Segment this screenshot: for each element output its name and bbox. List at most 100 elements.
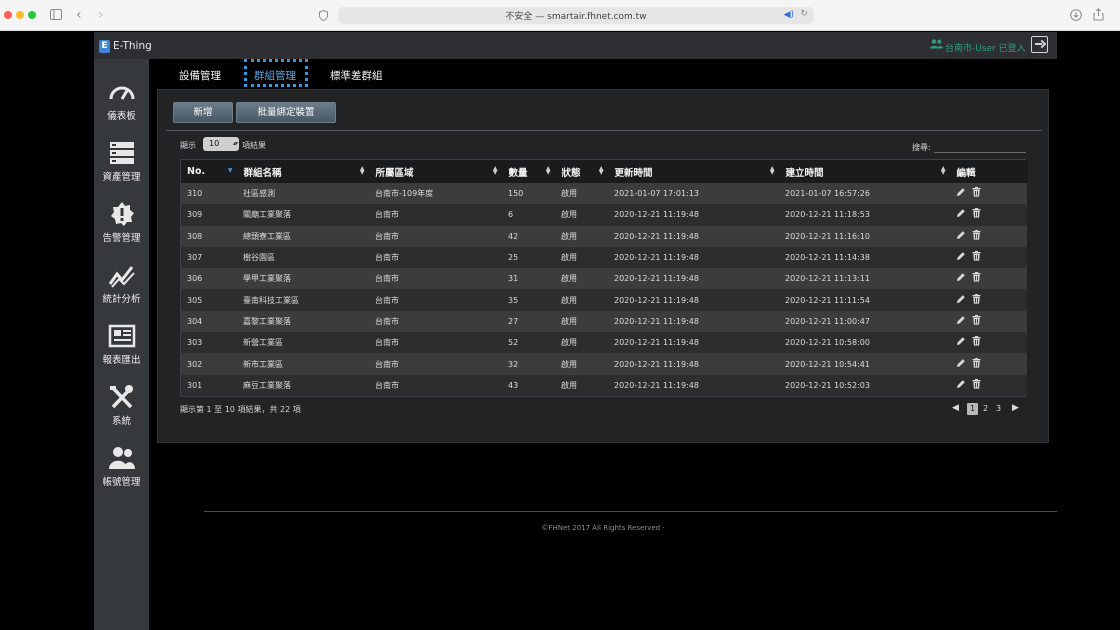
delete-trash-icon[interactable] <box>972 314 981 328</box>
column-header-count[interactable]: 數量 ▲ ▼ <box>502 160 556 183</box>
delete-trash-icon[interactable] <box>972 378 981 392</box>
cell-updated: 2020-12-21 11:19:48 <box>608 353 779 375</box>
page-length-select[interactable]: 10 <box>203 137 239 151</box>
column-header-label: 所屬區域 <box>375 167 414 179</box>
cell-status: 啟用 <box>555 332 608 354</box>
sidebar-item-label: 儀表板 <box>107 111 136 122</box>
cell-region: 台南市 <box>369 225 502 247</box>
sidebar-toggle-icon[interactable] <box>50 9 62 22</box>
cell-created: 2020-12-21 11:18:53 <box>779 204 950 226</box>
page-3-button[interactable]: 3 <box>993 403 1004 415</box>
logo-icon: E <box>99 40 110 53</box>
download-icon[interactable] <box>1070 9 1082 23</box>
cell-status: 啟用 <box>555 353 608 375</box>
column-header-label: 更新時間 <box>614 167 653 179</box>
next-page-icon[interactable]: ▶ <box>1012 403 1019 413</box>
column-header-created[interactable]: 建立時間 ▲ ▼ <box>779 160 951 183</box>
cell-region: 台南市 <box>369 246 502 269</box>
prev-page-icon[interactable]: ◀ <box>952 403 959 413</box>
cell-group-name: 新營工業區 <box>237 332 369 354</box>
cell-updated: 2020-12-21 11:19:48 <box>608 289 779 311</box>
address-bar[interactable]: 不安全 — smartair.fhnet.com.tw ◀) ↻ <box>338 7 814 24</box>
add-group-button[interactable]: 新增 <box>173 102 233 123</box>
edit-pencil-icon[interactable] <box>956 336 966 349</box>
delete-trash-icon[interactable] <box>972 272 981 285</box>
sidebar-item-assets[interactable]: 資產管理 <box>94 140 149 200</box>
cell-region: 台南市 <box>369 289 502 311</box>
edit-pencil-icon[interactable] <box>956 187 966 200</box>
batch-bind-devices-button[interactable]: 批量綁定裝置 <box>236 102 336 123</box>
cell-region: 台南市 <box>369 204 502 226</box>
tab-std-deviation-group[interactable]: 標準差群組 <box>330 68 383 83</box>
sidebar-item-reports[interactable]: 報表匯出 <box>94 323 149 383</box>
share-icon[interactable] <box>1093 8 1104 23</box>
delete-trash-icon[interactable] <box>972 357 981 371</box>
sidebar-item-statistics[interactable]: 統計分析 <box>94 262 149 322</box>
edit-pencil-icon[interactable] <box>956 379 966 392</box>
edit-pencil-icon[interactable] <box>956 315 966 328</box>
tab-group-management[interactable]: 群組管理 <box>254 68 296 83</box>
page-2-button[interactable]: 2 <box>980 403 991 415</box>
close-window-button[interactable] <box>4 11 12 19</box>
main-content: 設備管理 群組管理 標準差群組 新增 批量綁定裝置 顯示 10 項結果 搜尋: … <box>149 59 1057 630</box>
cell-group-name: 麻豆工業聚落 <box>237 374 369 396</box>
sort-icon: ▲ ▼ <box>492 165 498 176</box>
cell-status: 啟用 <box>555 246 608 269</box>
cell-region: 台南市 <box>369 374 502 396</box>
cell-actions <box>950 204 1027 226</box>
cell-actions <box>950 289 1027 311</box>
edit-pencil-icon[interactable] <box>956 358 966 371</box>
logged-in-user: 台南市-User 已登入 <box>945 44 1026 54</box>
tab-device-management[interactable]: 設備管理 <box>179 68 221 83</box>
delete-trash-icon[interactable] <box>972 208 981 221</box>
cell-actions <box>950 332 1027 354</box>
edit-pencil-icon[interactable] <box>956 251 966 264</box>
cell-group-name: 新市工業區 <box>237 353 369 375</box>
delete-trash-icon[interactable] <box>972 229 981 243</box>
delete-trash-icon[interactable] <box>972 187 981 200</box>
edit-pencil-icon[interactable] <box>956 208 966 221</box>
table-row: 301 麻豆工業聚落 台南市 43 啟用 2020-12-21 11:19:48 2020-… <box>181 374 1027 396</box>
app-header: E E-Thing 台南市-User 已登入 <box>94 32 1057 59</box>
speaker-icon[interactable]: ◀) <box>784 10 794 20</box>
delete-trash-icon[interactable] <box>972 251 981 264</box>
sidebar-item-alerts[interactable]: 告警管理 <box>94 201 149 261</box>
search-input[interactable] <box>934 137 1026 153</box>
cell-actions <box>950 225 1027 247</box>
cell-updated: 2020-12-21 11:19:48 <box>608 374 779 396</box>
edit-pencil-icon[interactable] <box>956 294 966 307</box>
cell-created: 2021-01-07 16:57:26 <box>779 183 950 205</box>
column-header-group-name[interactable]: 群組名稱 ▲ ▼ <box>237 160 370 183</box>
alert-gear-icon <box>110 202 134 226</box>
forward-arrow-icon[interactable]: › <box>98 8 104 22</box>
logout-button[interactable] <box>1031 36 1048 53</box>
cell-created: 2020-12-21 10:58:00 <box>779 332 950 354</box>
column-header-no[interactable]: No. ▼ <box>181 160 238 183</box>
cell-count: 35 <box>502 289 555 311</box>
column-header-status[interactable]: 狀態 ▲ ▼ <box>555 160 609 183</box>
edit-pencil-icon[interactable] <box>956 230 966 243</box>
cell-count: 43 <box>502 374 555 396</box>
table-row: 304 嘉黎工業聚落 台南市 27 啟用 2020-12-21 11:19:48 2020-… <box>181 310 1027 333</box>
table-body: 310 社區感測 台南市-109年度 150 啟用 2021-01-07 17:01:13… <box>181 183 1027 396</box>
back-arrow-icon[interactable]: ‹ <box>76 8 82 22</box>
zoom-window-button[interactable] <box>28 11 36 19</box>
sort-desc-icon: ▼ <box>227 167 233 174</box>
delete-trash-icon[interactable] <box>972 293 981 307</box>
column-header-updated[interactable]: 更新時間 ▲ ▼ <box>608 160 780 183</box>
sidebar-item-system[interactable]: 系統 <box>94 384 149 444</box>
sidebar-item-dashboard[interactable]: 儀表板 <box>94 79 149 139</box>
page-1-button[interactable]: 1 <box>967 403 978 415</box>
edit-pencil-icon[interactable] <box>956 272 966 285</box>
cell-group-name: 臺南科技工業區 <box>237 289 369 311</box>
sidebar-item-accounts[interactable]: 帳號管理 <box>94 445 149 505</box>
column-header-region[interactable]: 所屬區域 ▲ ▼ <box>369 160 503 183</box>
cell-created: 2020-12-21 10:52:03 <box>779 374 950 396</box>
cell-actions <box>950 246 1027 269</box>
cell-region: 台南市 <box>369 268 502 290</box>
reload-icon[interactable]: ↻ <box>800 9 808 19</box>
minimize-window-button[interactable] <box>16 11 24 19</box>
cell-count: 32 <box>502 353 555 375</box>
delete-trash-icon[interactable] <box>972 336 981 349</box>
cell-updated: 2020-12-21 11:19:48 <box>608 268 779 290</box>
